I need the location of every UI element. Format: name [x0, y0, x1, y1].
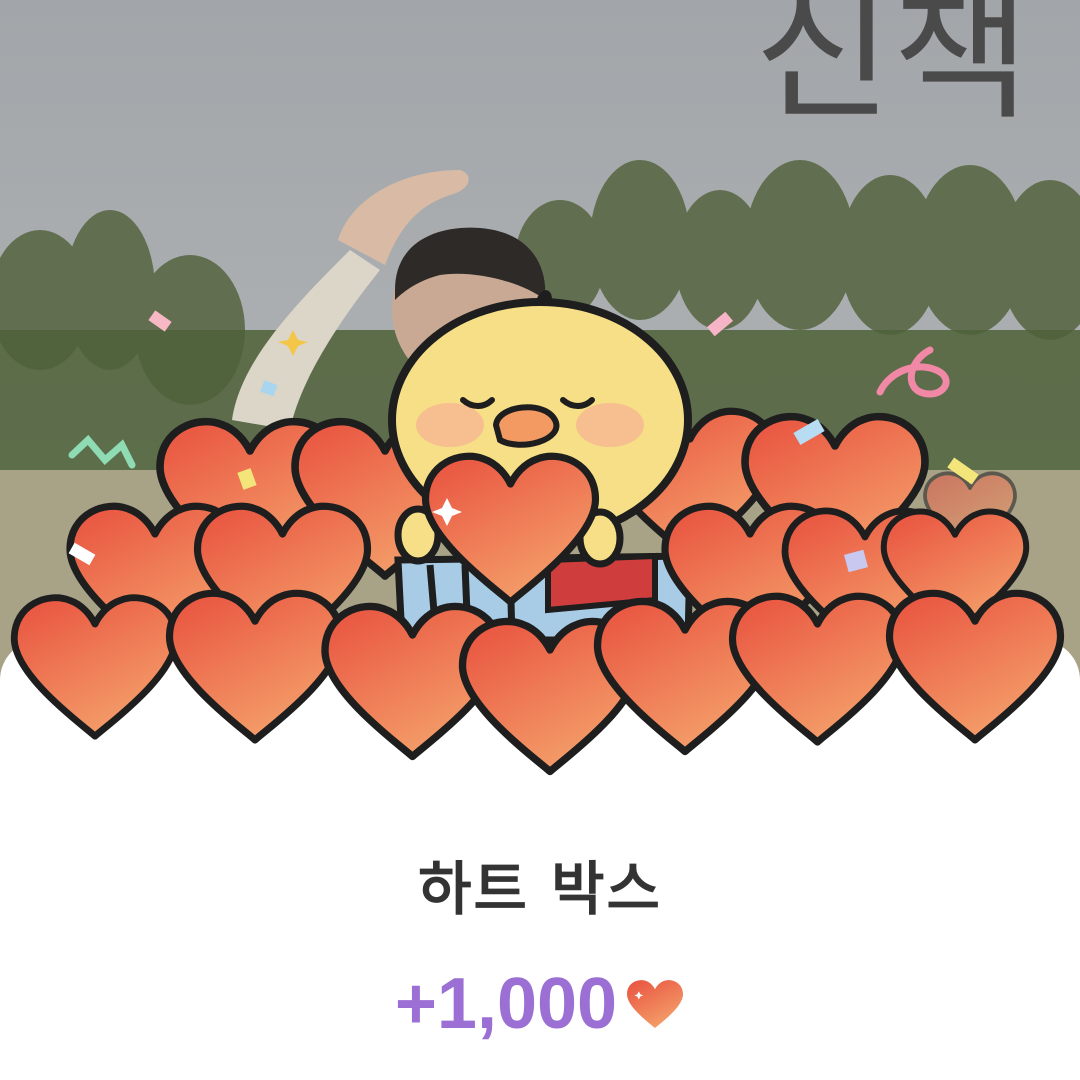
reward-title: 하트 박스	[418, 855, 662, 923]
heart-box-illustration	[0, 290, 1080, 800]
reward-amount-row: +1,000	[0, 968, 1080, 1040]
heart-icon	[627, 980, 684, 1029]
reward-amount: +1,000	[394, 964, 618, 1044]
